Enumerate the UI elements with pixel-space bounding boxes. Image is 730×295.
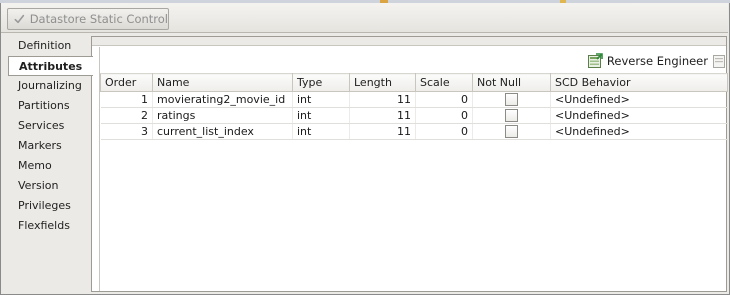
nav-item-journalizing[interactable]: Journalizing xyxy=(8,76,92,96)
order-cell[interactable]: 3 xyxy=(100,123,153,140)
order-cell[interactable]: 2 xyxy=(100,107,153,124)
scale-cell[interactable]: 0 xyxy=(415,123,473,140)
not-null-cell xyxy=(472,107,551,124)
order-cell[interactable]: 1 xyxy=(100,91,153,108)
nav-item-definition[interactable]: Definition xyxy=(8,36,92,56)
not-null-cell xyxy=(472,91,551,108)
scd-behavior-cell[interactable]: <Undefined> xyxy=(550,107,728,124)
table-header-row: Order Name Type Length Scale Not Null SC… xyxy=(100,73,728,92)
more-actions-icon[interactable] xyxy=(712,53,726,69)
column-header-order[interactable]: Order xyxy=(100,73,153,92)
attributes-table: Order Name Type Length Scale Not Null SC… xyxy=(100,73,728,140)
type-cell[interactable]: int xyxy=(292,91,350,108)
length-cell[interactable]: 11 xyxy=(349,107,416,124)
column-header-type[interactable]: Type xyxy=(292,73,350,92)
scd-behavior-cell[interactable]: <Undefined> xyxy=(550,91,728,108)
not-null-cell xyxy=(472,123,551,140)
not-null-checkbox[interactable] xyxy=(505,93,518,107)
nav-item-partitions[interactable]: Partitions xyxy=(8,96,92,116)
column-header-scale[interactable]: Scale xyxy=(415,73,473,92)
table-row[interactable]: 3 current_list_index int 11 0 <Undefined… xyxy=(100,123,728,140)
check-icon xyxy=(14,14,25,24)
panel-header-strip xyxy=(92,37,726,46)
nav-item-memo[interactable]: Memo xyxy=(8,156,92,176)
scd-behavior-cell[interactable]: <Undefined> xyxy=(550,123,728,140)
column-header-not-null[interactable]: Not Null xyxy=(472,73,551,92)
scale-cell[interactable]: 0 xyxy=(415,107,473,124)
nav-item-flexfields[interactable]: Flexfields xyxy=(8,216,92,236)
datastore-static-control-button[interactable]: Datastore Static Control xyxy=(7,8,169,30)
type-cell[interactable]: int xyxy=(292,107,350,124)
name-cell[interactable]: current_list_index xyxy=(152,123,293,140)
attributes-grid-area: Reverse Engineer Order Name Type Length … xyxy=(99,47,728,291)
reverse-engineer-button[interactable]: Reverse Engineer xyxy=(587,53,708,69)
actions-bar: Reverse Engineer xyxy=(587,51,726,71)
type-cell[interactable]: int xyxy=(292,123,350,140)
name-cell[interactable]: movierating2_movie_id xyxy=(152,91,293,108)
reverse-engineer-icon xyxy=(587,53,603,68)
column-header-length[interactable]: Length xyxy=(349,73,416,92)
attributes-panel: Reverse Engineer Order Name Type Length … xyxy=(91,36,728,292)
column-header-name[interactable]: Name xyxy=(152,73,293,92)
nav-item-markers[interactable]: Markers xyxy=(8,136,92,156)
length-cell[interactable]: 11 xyxy=(349,91,416,108)
column-header-scd-behavior[interactable]: SCD Behavior xyxy=(550,73,728,92)
name-cell[interactable]: ratings xyxy=(152,107,293,124)
nav-item-attributes[interactable]: Attributes xyxy=(8,56,93,76)
not-null-checkbox[interactable] xyxy=(505,109,518,123)
reverse-engineer-label: Reverse Engineer xyxy=(606,54,708,68)
scale-cell[interactable]: 0 xyxy=(415,91,473,108)
toolbar: Datastore Static Control xyxy=(1,3,728,33)
nav-item-privileges[interactable]: Privileges xyxy=(8,196,92,216)
static-control-label: Datastore Static Control xyxy=(29,12,168,26)
left-nav: Definition Attributes Journalizing Parti… xyxy=(8,36,93,292)
not-null-checkbox[interactable] xyxy=(505,125,518,139)
table-row[interactable]: 1 movierating2_movie_id int 11 0 <Undefi… xyxy=(100,91,728,108)
nav-item-version[interactable]: Version xyxy=(8,176,92,196)
nav-item-services[interactable]: Services xyxy=(8,116,92,136)
length-cell[interactable]: 11 xyxy=(349,123,416,140)
table-row[interactable]: 2 ratings int 11 0 <Undefined> xyxy=(100,107,728,124)
